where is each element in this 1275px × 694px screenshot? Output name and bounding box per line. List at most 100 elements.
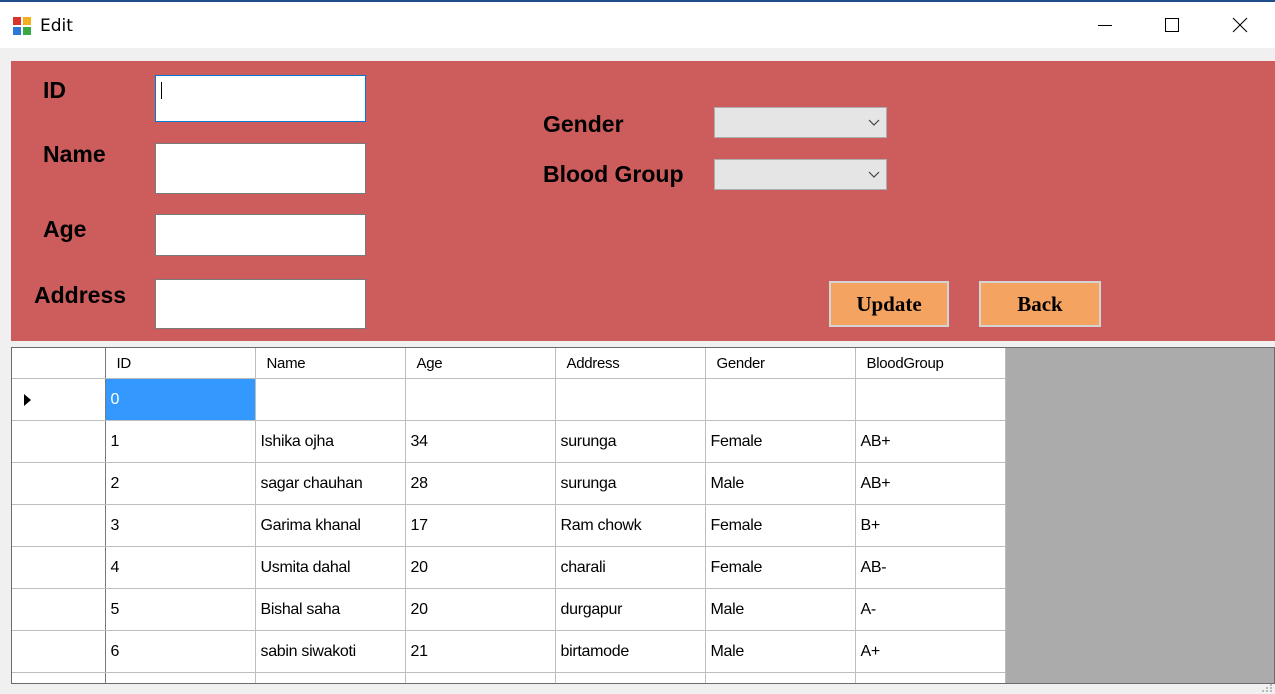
table-cell[interactable]: 17 bbox=[405, 504, 556, 547]
table-row[interactable]: 6 sabin siwakoti 21 birtamode Male A+ bbox=[12, 630, 1006, 673]
table-cell[interactable]: A- bbox=[855, 588, 1006, 631]
table-cell[interactable] bbox=[105, 672, 256, 683]
row-header[interactable] bbox=[12, 672, 106, 683]
table-cell[interactable]: AB+ bbox=[855, 420, 1006, 463]
gender-select[interactable] bbox=[714, 107, 887, 138]
window-title: Edit bbox=[40, 16, 73, 36]
row-header[interactable] bbox=[12, 630, 106, 673]
table-cell[interactable]: Garima khanal bbox=[255, 504, 406, 547]
table-cell[interactable]: Male bbox=[705, 462, 856, 505]
table-cell[interactable]: 20 bbox=[405, 588, 556, 631]
column-header-bloodgroup[interactable]: BloodGroup bbox=[855, 348, 1006, 379]
row-header-corner[interactable] bbox=[12, 348, 106, 379]
table-cell[interactable] bbox=[555, 378, 706, 421]
table-cell[interactable] bbox=[855, 672, 1006, 683]
table-cell[interactable]: Usmita dahal bbox=[255, 546, 406, 589]
table-cell[interactable]: Female bbox=[705, 420, 856, 463]
resize-grip-icon[interactable] bbox=[1262, 684, 1272, 692]
table-cell[interactable] bbox=[555, 672, 706, 683]
blood-group-select[interactable] bbox=[714, 159, 887, 190]
chevron-down-icon bbox=[868, 119, 880, 126]
table-cell[interactable]: sagar chauhan bbox=[255, 462, 406, 505]
table-cell[interactable]: charali bbox=[555, 546, 706, 589]
table-header-row: ID Name Age Address Gender BloodGroup bbox=[12, 348, 1006, 379]
row-header[interactable] bbox=[12, 462, 106, 505]
table-cell[interactable]: 1 bbox=[105, 420, 256, 463]
table-cell[interactable]: 28 bbox=[405, 462, 556, 505]
table-row[interactable]: 4 Usmita dahal 20 charali Female AB- bbox=[12, 546, 1006, 589]
window-bottom-strip bbox=[0, 684, 1275, 694]
form-app-icon bbox=[13, 17, 31, 35]
records-grid[interactable]: ID Name Age Address Gender BloodGroup 0 bbox=[11, 347, 1275, 684]
table-cell[interactable]: AB- bbox=[855, 546, 1006, 589]
table-cell[interactable] bbox=[855, 378, 1006, 421]
column-header-id[interactable]: ID bbox=[105, 348, 256, 379]
table-cell[interactable]: sabin siwakoti bbox=[255, 630, 406, 673]
name-label: Name bbox=[43, 141, 106, 167]
column-header-name[interactable]: Name bbox=[255, 348, 406, 379]
gender-label: Gender bbox=[543, 111, 624, 137]
current-row-arrow-icon bbox=[24, 393, 31, 406]
table-cell[interactable]: 2 bbox=[105, 462, 256, 505]
table-row[interactable]: 2 sagar chauhan 28 surunga Male AB+ bbox=[12, 462, 1006, 505]
table-cell[interactable]: Female bbox=[705, 546, 856, 589]
table-cell[interactable] bbox=[705, 672, 856, 683]
edit-form-panel: ID Name Age Address Gender Blood Group U… bbox=[11, 61, 1275, 341]
table-cell[interactable] bbox=[255, 672, 406, 683]
table-row[interactable]: 1 Ishika ojha 34 surunga Female AB+ bbox=[12, 420, 1006, 463]
table-cell[interactable]: Female bbox=[705, 504, 856, 547]
close-icon bbox=[1232, 17, 1248, 33]
id-input[interactable] bbox=[155, 75, 366, 122]
row-header[interactable] bbox=[12, 588, 106, 631]
table-cell[interactable]: 6 bbox=[105, 630, 256, 673]
id-label: ID bbox=[43, 77, 66, 103]
table-cell[interactable]: A+ bbox=[855, 630, 1006, 673]
address-label: Address bbox=[34, 282, 127, 308]
table-cell[interactable] bbox=[255, 378, 406, 421]
table-row[interactable]: 5 Bishal saha 20 durgapur Male A- bbox=[12, 588, 1006, 631]
close-button[interactable] bbox=[1205, 2, 1275, 48]
table-cell[interactable] bbox=[405, 378, 556, 421]
row-header[interactable] bbox=[12, 504, 106, 547]
name-input[interactable] bbox=[155, 143, 366, 194]
row-header[interactable] bbox=[12, 378, 106, 421]
table-cell[interactable]: Ram chowk bbox=[555, 504, 706, 547]
table-cell[interactable]: 4 bbox=[105, 546, 256, 589]
table-row[interactable] bbox=[12, 672, 1006, 683]
table-cell[interactable]: 34 bbox=[405, 420, 556, 463]
column-header-gender[interactable]: Gender bbox=[705, 348, 856, 379]
maximize-button[interactable] bbox=[1137, 2, 1207, 48]
table-cell[interactable]: surunga bbox=[555, 462, 706, 505]
table-cell[interactable]: durgapur bbox=[555, 588, 706, 631]
back-button[interactable]: Back bbox=[979, 281, 1101, 327]
row-header[interactable] bbox=[12, 546, 106, 589]
table-cell[interactable]: 5 bbox=[105, 588, 256, 631]
table-row[interactable]: 0 bbox=[12, 378, 1006, 421]
table-cell[interactable] bbox=[705, 378, 856, 421]
table-cell[interactable]: 21 bbox=[405, 630, 556, 673]
table-cell[interactable]: surunga bbox=[555, 420, 706, 463]
table-cell[interactable]: Male bbox=[705, 630, 856, 673]
records-table: ID Name Age Address Gender BloodGroup 0 bbox=[12, 348, 1006, 683]
table-cell[interactable]: Ishika ojha bbox=[255, 420, 406, 463]
address-input[interactable] bbox=[155, 279, 366, 329]
minimize-button[interactable] bbox=[1070, 2, 1140, 48]
update-button[interactable]: Update bbox=[829, 281, 949, 327]
table-cell[interactable]: Bishal saha bbox=[255, 588, 406, 631]
table-cell[interactable] bbox=[405, 672, 556, 683]
column-header-address[interactable]: Address bbox=[555, 348, 706, 379]
table-cell[interactable]: 0 bbox=[105, 378, 256, 421]
table-cell[interactable]: Male bbox=[705, 588, 856, 631]
row-header[interactable] bbox=[12, 420, 106, 463]
table-cell[interactable]: B+ bbox=[855, 504, 1006, 547]
table-cell[interactable]: birtamode bbox=[555, 630, 706, 673]
text-caret bbox=[161, 82, 162, 99]
table-cell[interactable]: 3 bbox=[105, 504, 256, 547]
table-cell[interactable]: AB+ bbox=[855, 462, 1006, 505]
chevron-down-icon bbox=[868, 171, 880, 178]
age-input[interactable] bbox=[155, 214, 366, 256]
table-cell[interactable]: 20 bbox=[405, 546, 556, 589]
column-header-age[interactable]: Age bbox=[405, 348, 556, 379]
maximize-icon bbox=[1165, 18, 1179, 32]
table-row[interactable]: 3 Garima khanal 17 Ram chowk Female B+ bbox=[12, 504, 1006, 547]
